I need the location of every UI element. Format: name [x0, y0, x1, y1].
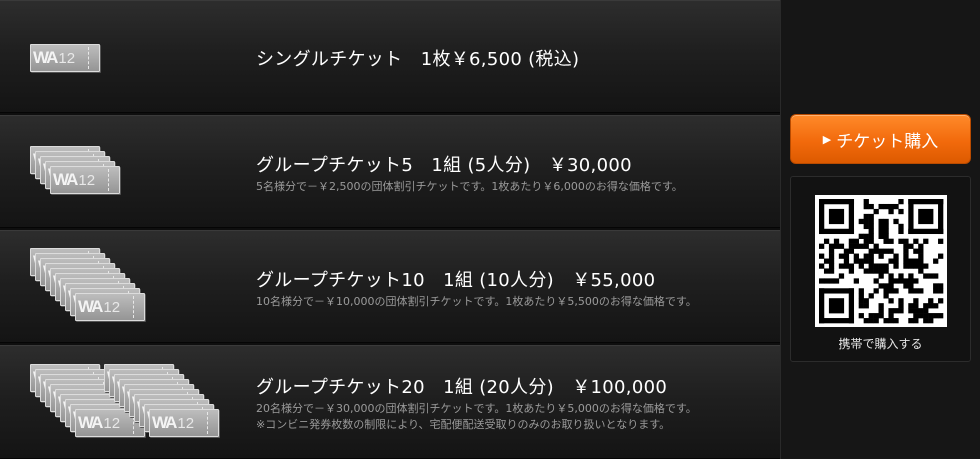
ticket-desc-group5: 5名様分で－￥2,500の団体割引チケットです。1枚あたり￥6,000のお得な価…	[256, 180, 683, 193]
ticket-row-single[interactable]: WA 12 シングルチケット 1枚￥6,500 (税込)	[0, 0, 780, 113]
sidebar: ▶ チケット購入 携帯で購入する	[780, 0, 980, 459]
triangle-right-icon: ▶	[822, 132, 832, 146]
ticket-desc-group20: 20名様分で－￥30,000の団体割引チケットです。1枚あたり￥5,000のお得…	[256, 402, 697, 415]
ticket-title-group5: グループチケット5 1組 (5人分) ￥30,000	[256, 155, 632, 176]
buy-ticket-label: チケット購入	[836, 131, 939, 152]
ticket-row-group20[interactable]: WA12WA12WA12WA12WA12WA12WA12WA12WA12WA12…	[0, 345, 780, 459]
buy-ticket-button[interactable]: ▶ チケット購入	[790, 114, 971, 164]
ticket-desc-group10: 10名様分で－￥10,000の団体割引チケットです。1枚あたり￥5,500のお得…	[256, 295, 697, 308]
qr-code-icon[interactable]	[815, 195, 947, 327]
ticket-title-single: シングルチケット 1枚￥6,500 (税込)	[256, 49, 580, 70]
ticket-graphic: WA12	[149, 409, 219, 437]
qr-panel: 携帯で購入する	[790, 176, 971, 362]
ticket-title-group20: グループチケット20 1組 (20人分) ￥100,000	[256, 377, 668, 398]
ticket-graphic: WA12	[50, 166, 120, 194]
ticket-list: WA12 シングルチケット 1枚￥6,500 (税込) WA12WA12WA12…	[0, 0, 780, 459]
ticket-graphic: WA12	[75, 293, 145, 321]
ticket-graphic: WA12	[30, 44, 100, 72]
ticket-title-group10: グループチケット10 1組 (10人分) ￥55,000	[256, 270, 656, 291]
ticket-note-group20: ※コンビニ発券枚数の制限により、宅配便配送受取りのみのお取り扱いとなります。	[256, 418, 671, 431]
ticket-row-group10[interactable]: WA12WA12WA12WA12WA12WA12WA12WA12WA12WA12…	[0, 230, 780, 343]
ticket-row-group5[interactable]: WA12WA12WA12WA12WA12 グループチケット5 1組 (5人分) …	[0, 115, 780, 228]
qr-label: 携帯で購入する	[838, 337, 923, 351]
